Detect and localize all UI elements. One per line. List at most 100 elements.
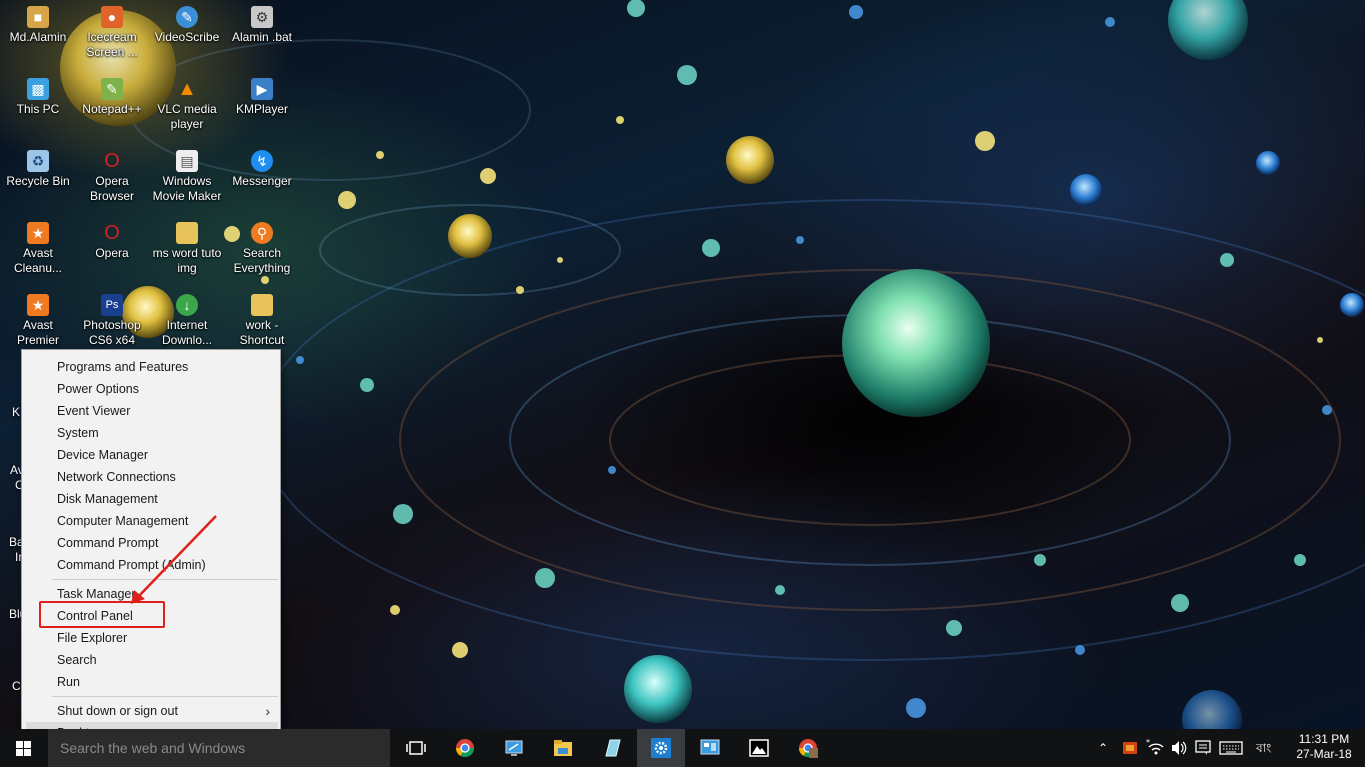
clock-date: 27-Mar-18 — [1296, 747, 1352, 761]
menu-item-command-prompt[interactable]: Command Prompt — [26, 532, 278, 554]
desktop-icon-notepad-plus[interactable]: ✎ Notepad++ — [74, 72, 150, 140]
recycle-bin-icon: ♻ — [27, 150, 49, 172]
remote-desktop-icon — [505, 740, 523, 756]
desktop-icon-this-pc[interactable]: ▩ This PC — [0, 72, 76, 140]
desktop-icon-icecream-screen[interactable]: ● Icecream Screen ... — [74, 0, 150, 68]
desktop-icon-avast-cleanup[interactable]: ★ Avast Cleanu... — [0, 216, 76, 284]
taskbar-app-settings[interactable] — [637, 729, 685, 767]
show-hidden-icons-button[interactable]: ⌃ — [1098, 729, 1114, 767]
taskbar-app-chrome-profile[interactable] — [784, 729, 832, 767]
folder-shortcut-icon — [251, 294, 273, 316]
desktop-icon-work-shortcut[interactable]: work - Shortcut — [224, 288, 300, 356]
input-language-button[interactable]: বাং — [1256, 729, 1278, 767]
start-button[interactable] — [0, 729, 48, 767]
menu-item-system[interactable]: System — [26, 422, 278, 444]
control-panel-highlight-box — [39, 601, 165, 628]
network-button[interactable]: * — [1146, 729, 1166, 767]
taskbar-app-notes[interactable] — [588, 729, 636, 767]
desktop-icon-kmplayer[interactable]: ▶ KMPlayer — [224, 72, 300, 140]
search-everything-icon: ⚲ — [251, 222, 273, 244]
vlc-cone-icon: ▲ — [177, 78, 197, 100]
taskbar-search-box[interactable]: Search the web and Windows — [48, 729, 390, 767]
desktop-icon-recycle-bin[interactable]: ♻ Recycle Bin — [0, 144, 76, 212]
keyboard-icon — [1219, 741, 1243, 755]
computer-icon: ▩ — [27, 78, 49, 100]
clock-time: 11:31 PM — [1298, 732, 1350, 746]
taskbar-app-control-panel[interactable] — [686, 729, 734, 767]
desktop-icon-vlc[interactable]: ▲ VLC media player — [149, 72, 225, 140]
desktop-icon-windows-movie-maker[interactable]: ▤ Windows Movie Maker — [149, 144, 225, 212]
photoshop-icon: Ps — [101, 294, 123, 316]
menu-item-power-options[interactable]: Power Options — [26, 378, 278, 400]
user-folder-icon: ■ — [27, 6, 49, 28]
kmplayer-icon: ▶ — [251, 78, 273, 100]
menu-item-device-manager[interactable]: Device Manager — [26, 444, 278, 466]
chrome-profile-icon — [799, 739, 818, 758]
desktop-icon-messenger[interactable]: ↯ Messenger — [224, 144, 300, 212]
desktop-icon-md-alamin[interactable]: ■ Md.Alamin — [0, 0, 76, 68]
speaker-icon — [1172, 741, 1187, 755]
power-user-menu: Programs and Features Power Options Even… — [21, 349, 281, 747]
tray-app-button[interactable] — [1122, 729, 1140, 767]
menu-item-programs-and-features[interactable]: Programs and Features — [26, 356, 278, 378]
menu-separator — [52, 696, 278, 697]
taskbar-clock[interactable]: 11:31 PM 27-Mar-18 — [1286, 729, 1362, 767]
tray-app-icon — [1123, 742, 1137, 754]
videoscribe-icon: ✎ — [176, 6, 198, 28]
desktop-icon-avast-premier[interactable]: ★ Avast Premier — [0, 288, 76, 356]
volume-button[interactable] — [1170, 729, 1188, 767]
menu-item-disk-management[interactable]: Disk Management — [26, 488, 278, 510]
desktop-icon-opera[interactable]: O Opera — [74, 216, 150, 284]
desktop-icon-videoscribe[interactable]: ✎ VideoScribe — [149, 0, 225, 68]
desktop-icon-ms-word-tuto-img[interactable]: ms word tuto img — [149, 216, 225, 284]
control-panel-icon — [700, 739, 720, 755]
taskbar-app-file-explorer[interactable] — [539, 729, 587, 767]
action-center-button[interactable] — [1194, 729, 1212, 767]
notepad-plus-icon: ✎ — [101, 78, 123, 100]
opera-icon: O — [104, 222, 120, 244]
partial-label: K — [12, 405, 21, 419]
taskbar: Search the web and Windows ⌃ * বাং 11:31… — [0, 729, 1365, 767]
touch-keyboard-button[interactable] — [1218, 729, 1244, 767]
menu-separator — [52, 579, 278, 580]
task-view-button[interactable] — [392, 729, 440, 767]
messenger-icon: ↯ — [251, 150, 273, 172]
menu-item-file-explorer[interactable]: File Explorer — [26, 627, 278, 649]
settings-gear-icon — [651, 738, 671, 758]
desktop-icon-internet-download-manager[interactable]: ↓ Internet Downlo... — [149, 288, 225, 356]
taskbar-app-photos[interactable] — [735, 729, 783, 767]
chevron-up-icon: ⌃ — [1098, 741, 1109, 755]
avast-icon: ★ — [27, 294, 49, 316]
photos-icon — [749, 739, 769, 757]
partial-label: C — [12, 679, 21, 693]
chevron-right-icon: › — [265, 703, 270, 719]
svg-text:*: * — [1146, 738, 1150, 747]
menu-item-event-viewer[interactable]: Event Viewer — [26, 400, 278, 422]
desktop-icon-opera-browser[interactable]: O Opera Browser — [74, 144, 150, 212]
document-icon: ▤ — [176, 150, 198, 172]
opera-icon: O — [104, 150, 120, 172]
menu-item-computer-management[interactable]: Computer Management — [26, 510, 278, 532]
internet-download-manager-icon: ↓ — [176, 294, 198, 316]
taskbar-app-remote-desktop[interactable] — [490, 729, 538, 767]
desktop-icon-alamin-bat[interactable]: ⚙ Alamin .bat — [224, 0, 300, 68]
batch-file-icon: ⚙ — [251, 6, 273, 28]
desktop-icon-photoshop[interactable]: Ps Photoshop CS6 x64 — [74, 288, 150, 356]
icecream-recorder-icon: ● — [101, 6, 123, 28]
folder-icon — [176, 222, 198, 244]
chrome-icon — [456, 739, 474, 758]
notes-app-icon — [605, 739, 621, 757]
menu-item-shut-down-or-sign-out[interactable]: Shut down or sign out › — [26, 700, 278, 722]
menu-item-command-prompt-admin[interactable]: Command Prompt (Admin) — [26, 554, 278, 576]
desktop-icon-search-everything[interactable]: ⚲ Search Everything — [224, 216, 300, 284]
menu-item-run[interactable]: Run — [26, 671, 278, 693]
task-view-icon — [406, 741, 426, 755]
file-explorer-icon — [554, 740, 572, 756]
menu-item-network-connections[interactable]: Network Connections — [26, 466, 278, 488]
wifi-icon: * — [1146, 738, 1164, 755]
avast-cleanup-icon: ★ — [27, 222, 49, 244]
menu-item-label: Shut down or sign out — [57, 704, 178, 718]
taskbar-app-chrome[interactable] — [441, 729, 489, 767]
notification-icon — [1195, 740, 1211, 755]
menu-item-search[interactable]: Search — [26, 649, 278, 671]
